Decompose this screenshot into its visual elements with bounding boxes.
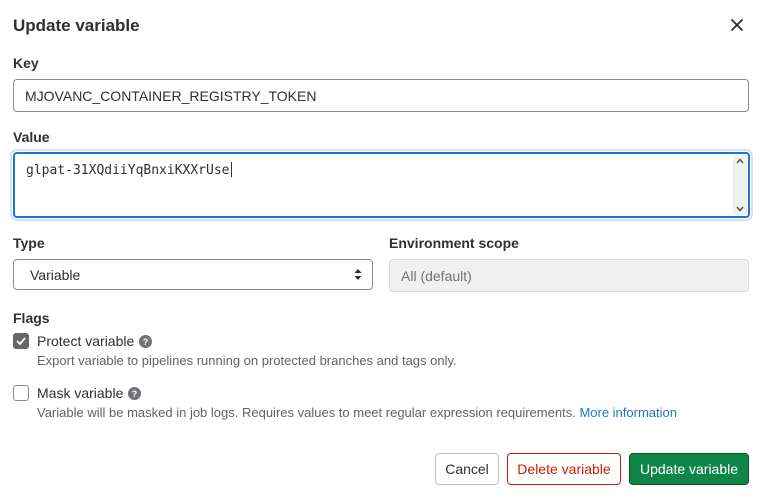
text-caret [230, 162, 232, 177]
svg-text:?: ? [132, 389, 138, 399]
more-information-link[interactable]: More information [579, 405, 677, 420]
environment-scope-input: All (default) [389, 259, 749, 292]
protect-variable-checkbox[interactable] [13, 333, 29, 349]
mask-variable-label[interactable]: Mask variable ? [37, 385, 142, 401]
mask-variable-checkbox[interactable] [13, 385, 29, 401]
value-text: glpat-31XQdiiYqBnxiKXXrUse [26, 162, 232, 178]
scroll-down-icon[interactable] [736, 206, 744, 212]
type-label: Type [13, 235, 45, 251]
question-circle-icon[interactable]: ? [128, 387, 142, 400]
question-circle-icon[interactable]: ? [139, 335, 153, 348]
svg-text:?: ? [143, 337, 149, 347]
value-label: Value [13, 129, 50, 145]
value-textarea[interactable]: glpat-31XQdiiYqBnxiKXXrUse [13, 152, 750, 218]
delete-variable-button[interactable]: Delete variable [507, 453, 621, 485]
flags-label: Flags [13, 310, 50, 326]
close-button[interactable] [726, 14, 748, 36]
checkmark-icon [16, 337, 26, 345]
cancel-button[interactable]: Cancel [435, 453, 499, 485]
textarea-scrollbar[interactable] [733, 155, 747, 215]
key-input[interactable]: MJOVANC_CONTAINER_REGISTRY_TOKEN [13, 79, 749, 112]
type-select[interactable]: Variable [13, 259, 373, 290]
key-value: MJOVANC_CONTAINER_REGISTRY_TOKEN [25, 87, 317, 104]
protect-variable-help: Export variable to pipelines running on … [37, 353, 457, 368]
select-sort-icon [354, 269, 362, 280]
modal-title: Update variable [13, 16, 140, 35]
environment-scope-label: Environment scope [389, 235, 519, 251]
mask-variable-help: Variable will be masked in job logs. Req… [37, 405, 677, 420]
type-selected-value: Variable [30, 266, 81, 283]
update-variable-button[interactable]: Update variable [629, 453, 749, 485]
close-icon [731, 19, 743, 31]
environment-scope-value: All (default) [401, 267, 472, 284]
scroll-up-icon[interactable] [736, 158, 744, 164]
key-label: Key [13, 55, 39, 71]
update-variable-modal: Update variable Key MJOVANC_CONTAINER_RE… [0, 0, 762, 499]
protect-variable-label[interactable]: Protect variable ? [37, 333, 153, 349]
